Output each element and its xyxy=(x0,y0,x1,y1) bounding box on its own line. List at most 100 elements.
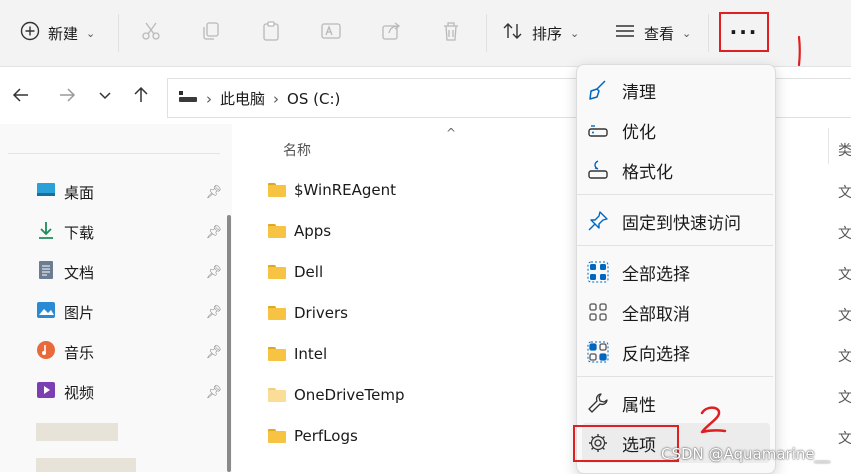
sidebar-item-label: 视频 xyxy=(64,383,95,402)
breadcrumb-this-pc[interactable]: 此电脑 xyxy=(220,88,265,109)
folder-icon xyxy=(268,183,286,197)
document-icon xyxy=(36,260,56,284)
sidebar-scrollbar[interactable] xyxy=(227,215,231,472)
pin-icon: 📌︎ xyxy=(205,344,222,360)
pin-icon: 📌︎ xyxy=(205,264,222,280)
pin-icon: 📌︎ xyxy=(205,184,222,200)
menu-divider xyxy=(577,376,773,377)
delete-button[interactable] xyxy=(438,20,464,46)
pin-icon: 📌︎ xyxy=(205,224,222,240)
file-name: OneDriveTemp xyxy=(294,386,405,404)
file-type: 文 xyxy=(838,267,851,283)
pin-icon: 📌︎ xyxy=(205,384,222,400)
plus-circle-icon xyxy=(20,21,40,45)
watermark: CSDN @Aquamarine__ xyxy=(661,445,830,463)
sidebar-item-label: 桌面 xyxy=(64,183,95,202)
rename-button[interactable] xyxy=(318,20,344,46)
menu-item-select-all[interactable]: 全部选择 xyxy=(586,254,766,290)
breadcrumb-separator-icon: › xyxy=(206,89,212,108)
wrench-icon xyxy=(586,391,610,415)
menu-item-properties[interactable]: 属性 xyxy=(586,385,766,421)
sort-button[interactable]: 排序 ⌄ xyxy=(502,16,579,50)
menu-item-select-none[interactable]: 全部取消 xyxy=(586,294,766,330)
sidebar-item-label: 音乐 xyxy=(64,343,95,362)
chevron-down-icon: ⌄ xyxy=(682,26,692,40)
desktop-icon xyxy=(36,181,56,203)
arrow-right-icon xyxy=(57,85,77,109)
folder-icon xyxy=(268,224,286,238)
annotation-mark-2 xyxy=(700,406,727,434)
back-button[interactable] xyxy=(10,86,32,108)
sidebar-item-label: 文档 xyxy=(64,263,95,282)
folder-icon xyxy=(268,306,286,320)
invert-selection-icon xyxy=(586,340,610,364)
sort-icon xyxy=(502,21,524,45)
rename-icon xyxy=(320,20,342,46)
blurred-sidebar-item xyxy=(36,458,136,472)
file-name: Intel xyxy=(294,345,328,363)
breadcrumb: › 此电脑 › OS (C:) xyxy=(178,88,340,109)
cut-button[interactable] xyxy=(138,20,164,46)
menu-item-label: 全部选择 xyxy=(622,264,690,285)
file-name: $WinREAgent xyxy=(294,181,397,199)
breadcrumb-drive[interactable]: OS (C:) xyxy=(287,90,340,108)
arrow-up-icon xyxy=(131,85,151,109)
file-name: PerfLogs xyxy=(294,427,358,445)
sidebar-item-pictures[interactable]: 图片 📌︎ xyxy=(36,299,222,325)
new-button[interactable]: 新建 ⌄ xyxy=(20,16,95,50)
more-icon: ··· xyxy=(729,20,759,44)
scissors-icon xyxy=(140,20,162,46)
sidebar-item-documents[interactable]: 文档 📌︎ xyxy=(36,259,222,285)
recent-locations-button[interactable] xyxy=(94,86,116,108)
view-icon xyxy=(614,22,636,44)
paste-button[interactable] xyxy=(258,20,284,46)
share-icon xyxy=(380,20,402,46)
file-row[interactable]: PerfLogs xyxy=(268,423,358,449)
chevron-down-icon xyxy=(97,87,113,107)
view-button[interactable]: 查看 ⌄ xyxy=(614,16,691,50)
menu-item-label: 属性 xyxy=(622,395,656,416)
file-row[interactable]: OneDriveTemp xyxy=(268,382,405,408)
video-icon xyxy=(36,380,56,404)
sidebar-item-videos[interactable]: 视频 📌︎ xyxy=(36,379,222,405)
column-header-name[interactable]: 名称 xyxy=(283,140,311,160)
menu-item-cleanup[interactable]: 清理 xyxy=(586,72,766,108)
forward-button[interactable] xyxy=(56,86,78,108)
menu-item-label: 固定到快速访问 xyxy=(622,213,741,234)
menu-item-pin-quick-access[interactable]: 固定到快速访问 xyxy=(586,203,766,239)
menu-item-format[interactable]: 格式化 xyxy=(586,152,766,188)
file-type: 文 xyxy=(838,308,851,324)
file-type: 文 xyxy=(838,390,851,406)
menu-item-label: 格式化 xyxy=(622,162,673,183)
sidebar-item-label: 下载 xyxy=(64,223,95,242)
file-row[interactable]: Drivers xyxy=(268,300,348,326)
menu-item-label: 反向选择 xyxy=(622,344,690,365)
new-button-label: 新建 xyxy=(48,24,79,43)
menu-item-invert-selection[interactable]: 反向选择 xyxy=(586,334,766,370)
sidebar-item-music[interactable]: 音乐 📌︎ xyxy=(36,339,222,365)
paste-icon xyxy=(260,20,282,46)
folder-icon xyxy=(268,388,286,402)
more-options-button[interactable]: ··· xyxy=(719,12,769,52)
menu-item-optimize[interactable]: 优化 xyxy=(586,112,766,148)
sidebar-item-desktop[interactable]: 桌面 📌︎ xyxy=(36,179,222,205)
share-button[interactable] xyxy=(378,20,404,46)
copy-button[interactable] xyxy=(198,20,224,46)
up-button[interactable] xyxy=(130,86,152,108)
copy-icon xyxy=(200,20,222,46)
menu-divider xyxy=(577,194,773,195)
file-row[interactable]: $WinREAgent xyxy=(268,177,396,203)
chevron-down-icon: ⌄ xyxy=(570,26,580,40)
sidebar-item-downloads[interactable]: 下载 📌︎ xyxy=(36,219,222,245)
broom-icon xyxy=(586,78,610,102)
delete-icon xyxy=(440,20,462,46)
column-divider xyxy=(828,128,829,164)
file-type: 文 xyxy=(838,349,851,365)
file-row[interactable]: Dell xyxy=(268,259,323,285)
column-header-type[interactable]: 类 xyxy=(838,140,851,160)
view-button-label: 查看 xyxy=(644,24,675,43)
file-type: 文 xyxy=(838,226,851,242)
file-row[interactable]: Apps xyxy=(268,218,331,244)
toolbar-divider xyxy=(486,14,487,52)
file-row[interactable]: Intel xyxy=(268,341,327,367)
